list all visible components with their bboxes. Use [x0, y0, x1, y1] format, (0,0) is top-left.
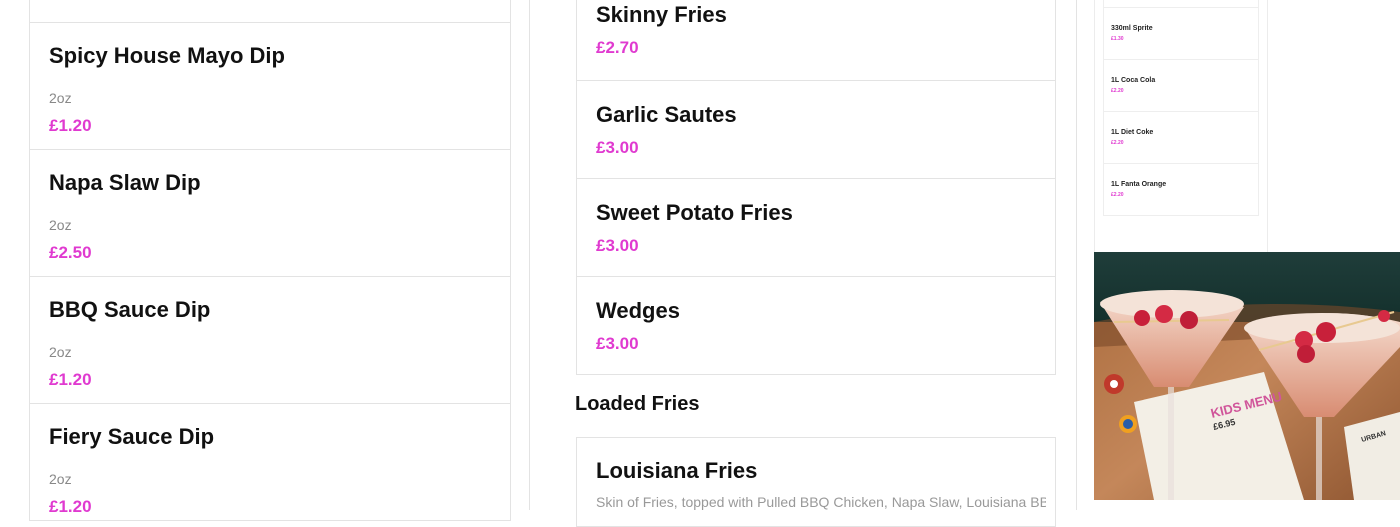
- item-name: Louisiana Fries: [596, 458, 758, 483]
- item-name: Garlic Sautes: [596, 102, 737, 127]
- item-price: £2.20: [1111, 192, 1124, 198]
- menu-item[interactable]: BBQ Sauce Dip 2oz £1.20: [30, 276, 510, 404]
- menu-item[interactable]: [1103, 0, 1259, 8]
- item-price: £1.30: [1111, 36, 1124, 42]
- item-name: 1L Fanta Orange: [1111, 181, 1167, 188]
- menu-item[interactable]: 330ml Sprite £1.30: [1103, 8, 1259, 60]
- item-price: £3.00: [596, 236, 639, 255]
- menu-item[interactable]: Fiery Sauce Dip 2oz £1.20: [30, 403, 510, 521]
- item-price: £2.20: [1111, 88, 1124, 94]
- item-name: 330ml Sprite: [1111, 25, 1153, 32]
- item-price: £1.20: [49, 497, 92, 516]
- item-size: 2oz: [49, 217, 72, 233]
- menu-item[interactable]: 1L Diet Coke £2.20: [1103, 112, 1259, 164]
- item-price: £3.00: [596, 334, 639, 353]
- item-price: £3.00: [596, 138, 639, 157]
- item-price: £1.20: [49, 116, 92, 135]
- cocktails-photo-image: KIDS MENU £6.95 URBAN: [1094, 252, 1400, 500]
- item-name: 1L Coca Cola: [1111, 77, 1156, 84]
- menu-item[interactable]: 1L Fanta Orange £2.20: [1103, 164, 1259, 216]
- item-size: 2oz: [49, 90, 72, 106]
- item-name: Fiery Sauce Dip: [49, 424, 215, 449]
- item-name: 1L Diet Coke: [1111, 129, 1154, 136]
- menu-item[interactable]: Garlic Sautes £3.00: [576, 80, 1056, 179]
- item-price: £2.20: [1111, 140, 1124, 146]
- menu-item[interactable]: Skinny Fries £2.70: [576, 0, 1056, 81]
- menu-item[interactable]: Napa Slaw Dip 2oz £2.50: [30, 149, 510, 277]
- item-name: Skinny Fries: [596, 2, 727, 27]
- menu-item[interactable]: Wedges £3.00: [576, 276, 1056, 375]
- item-name: Wedges: [596, 298, 680, 323]
- menu-item[interactable]: Louisiana Fries Skin of Fries, topped wi…: [576, 437, 1056, 527]
- menu-item[interactable]: Sweet Potato Fries £3.00: [576, 178, 1056, 277]
- menu-item[interactable]: 1L Coca Cola £2.20: [1103, 60, 1259, 112]
- item-name: Spicy House Mayo Dip: [49, 43, 285, 68]
- item-price: £2.70: [596, 38, 639, 57]
- item-name: Napa Slaw Dip: [49, 170, 201, 195]
- item-name: BBQ Sauce Dip: [49, 297, 211, 322]
- dips-column: Spicy House Mayo Dip 2oz £1.20 Napa Slaw…: [29, 0, 511, 521]
- item-price: £2.50: [49, 243, 92, 262]
- item-price: £1.20: [49, 370, 92, 389]
- item-size: 2oz: [49, 344, 72, 360]
- item-name: Sweet Potato Fries: [596, 200, 793, 225]
- item-size: 2oz: [49, 471, 72, 487]
- item-description: Skin of Fries, topped with Pulled BBQ Ch…: [596, 494, 1046, 510]
- promo-photo: KIDS MENU £6.95 URBAN: [1094, 252, 1400, 500]
- menu-item[interactable]: Spicy House Mayo Dip 2oz £1.20: [30, 22, 510, 150]
- section-title-loaded-fries: Loaded Fries: [575, 393, 700, 415]
- sides-column: Skinny Fries £2.70 Garlic Sautes £3.00 S…: [529, 0, 1077, 527]
- drinks-column: 330ml Sprite £1.30 1L Coca Cola £2.20 1L…: [1094, 0, 1268, 252]
